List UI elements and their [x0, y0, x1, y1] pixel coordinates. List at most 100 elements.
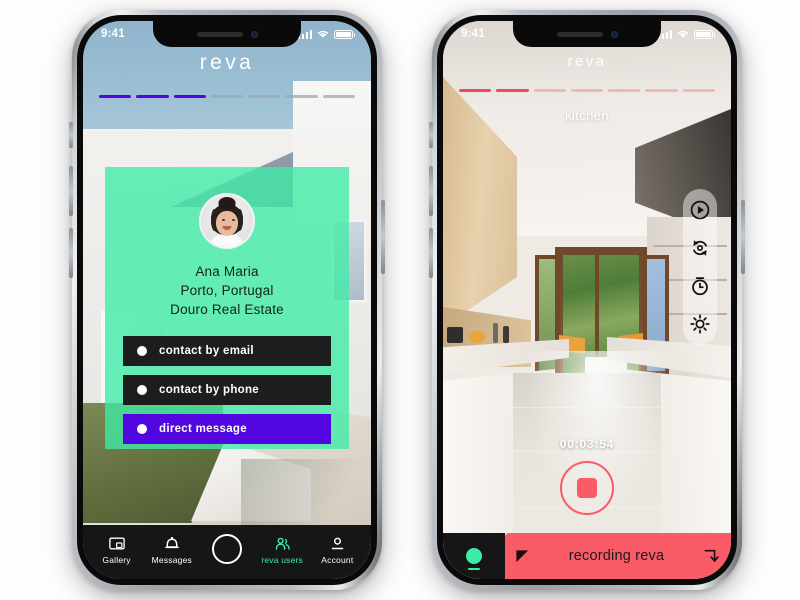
profile-company: Douro Real Estate [170, 302, 284, 317]
profile-location: Porto, Portugal [180, 283, 274, 298]
shutter-circle-icon[interactable] [211, 534, 242, 564]
profile-name: Ana Maria [195, 264, 259, 279]
battery-icon [694, 29, 716, 39]
kitchen-fruit-bowl [469, 331, 485, 343]
progress-segments-right[interactable] [459, 89, 715, 92]
progress-segment-right-7[interactable] [682, 89, 715, 92]
direct-message-label: direct message [159, 423, 247, 435]
brightness-sun-icon[interactable] [687, 311, 713, 337]
tab-account-label: Account [321, 554, 354, 565]
avatar-face [216, 211, 238, 236]
recording-action-bar[interactable]: recording reva [505, 533, 731, 579]
bell-icon [165, 536, 179, 552]
contact-by-email-label: contact by email [159, 345, 254, 357]
phone-bezel-left: 9:41 reva Ana Maria Porto, Portugal Dour… [77, 15, 377, 585]
contact-by-email-button[interactable]: contact by email [123, 336, 331, 366]
wifi-icon [677, 30, 689, 38]
avatar-eye-left [222, 219, 225, 221]
timer-clock-icon[interactable] [687, 273, 713, 299]
phone-device-left: 9:41 reva Ana Maria Porto, Portugal Dour… [69, 10, 385, 590]
screen-left: 9:41 reva Ana Maria Porto, Portugal Dour… [83, 21, 371, 579]
avatar-hair-bun [218, 197, 236, 209]
progress-segment-left-6[interactable] [285, 95, 318, 98]
bullet-dot-icon [137, 346, 147, 356]
tab-reva-users-label: reva users [261, 554, 303, 565]
app-logo-row-left: reva [83, 51, 371, 75]
account-icon [330, 536, 345, 552]
progress-segment-right-5[interactable] [608, 89, 641, 92]
avatar[interactable] [199, 193, 255, 249]
progress-segment-right-6[interactable] [645, 89, 678, 92]
progress-segment-right-1[interactable] [459, 89, 492, 92]
tab-capture[interactable] [201, 534, 253, 566]
tab-gallery-label: Gallery [102, 554, 131, 565]
mute-switch[interactable] [69, 122, 73, 148]
progress-segment-left-5[interactable] [248, 95, 281, 98]
progress-segment-left-2[interactable] [136, 95, 169, 98]
progress-segment-left-3[interactable] [173, 95, 206, 98]
tab-messages[interactable]: Messages [146, 536, 198, 565]
status-time: 9:41 [101, 28, 125, 40]
recording-status-indicator[interactable] [443, 533, 505, 579]
stop-recording-button[interactable] [560, 461, 614, 515]
phone-device-right: 9:41 reva kitchen 00:03:54 recording rev… [429, 10, 745, 590]
status-dot-icon [466, 548, 482, 570]
contact-buttons: contact by email contact by phone direct… [123, 336, 331, 444]
app-logo-left: reva [199, 51, 255, 74]
progress-segment-left-1[interactable] [99, 95, 132, 98]
tab-account[interactable]: Account [311, 536, 363, 565]
contact-by-phone-label: contact by phone [159, 384, 260, 396]
screenshot-canvas: 9:41 reva Ana Maria Porto, Portugal Dour… [0, 0, 800, 600]
kitchen-countertop-items [447, 321, 527, 349]
progress-segment-right-2[interactable] [496, 89, 529, 92]
bullet-dot-icon [137, 424, 147, 434]
volume-up-button[interactable] [429, 166, 433, 216]
bullet-dot-icon [137, 385, 147, 395]
users-icon [274, 536, 291, 552]
volume-down-button[interactable] [429, 228, 433, 278]
mute-switch[interactable] [429, 122, 433, 148]
recording-bar: recording reva [443, 533, 731, 579]
volume-up-button[interactable] [69, 166, 73, 216]
kitchen-bottle [493, 323, 498, 343]
battery-icon [334, 29, 356, 39]
kitchen-appliance [447, 327, 463, 343]
tab-gallery[interactable]: Gallery [91, 536, 143, 565]
status-icons [657, 29, 716, 39]
status-icons [297, 29, 356, 39]
camera-controls-panel [683, 189, 717, 345]
notch-right [513, 21, 661, 47]
cursor-arrow-icon [516, 549, 529, 562]
progress-segment-right-3[interactable] [533, 89, 566, 92]
tab-messages-label: Messages [151, 554, 192, 565]
rotate-capture-icon[interactable] [687, 235, 713, 261]
app-logo-row-right: reva [443, 53, 731, 70]
progress-segment-right-4[interactable] [570, 89, 604, 92]
tab-reva-users[interactable]: reva users [256, 536, 308, 565]
front-camera [610, 30, 618, 38]
progress-segment-left-4[interactable] [210, 95, 244, 98]
power-button[interactable] [741, 200, 745, 274]
stop-square-icon [577, 478, 597, 498]
contact-by-phone-button[interactable]: contact by phone [123, 375, 331, 405]
download-arrow-icon [704, 549, 719, 563]
recording-timer: 00:03:54 [559, 437, 615, 451]
phone-bezel-right: 9:41 reva kitchen 00:03:54 recording rev… [437, 15, 737, 585]
front-camera [250, 30, 258, 38]
play-circle-icon[interactable] [687, 197, 713, 223]
recording-label: recording reva [568, 548, 665, 564]
screen-right: 9:41 reva kitchen 00:03:54 recording rev… [443, 21, 731, 579]
power-button[interactable] [381, 200, 385, 274]
room-label: kitchen [565, 108, 609, 123]
progress-segments-left[interactable] [99, 95, 355, 98]
bottom-tab-bar: Gallery Messages reva users Account [83, 525, 371, 579]
profile-details: Ana Maria Porto, Portugal Douro Real Est… [105, 262, 349, 319]
profile-card: Ana Maria Porto, Portugal Douro Real Est… [105, 167, 349, 449]
direct-message-button[interactable]: direct message [123, 414, 331, 444]
wifi-icon [317, 30, 329, 38]
notch-left [153, 21, 301, 47]
avatar-eye-right [232, 219, 235, 221]
volume-down-button[interactable] [69, 228, 73, 278]
gallery-icon [108, 536, 125, 552]
progress-segment-left-7[interactable] [322, 95, 355, 98]
